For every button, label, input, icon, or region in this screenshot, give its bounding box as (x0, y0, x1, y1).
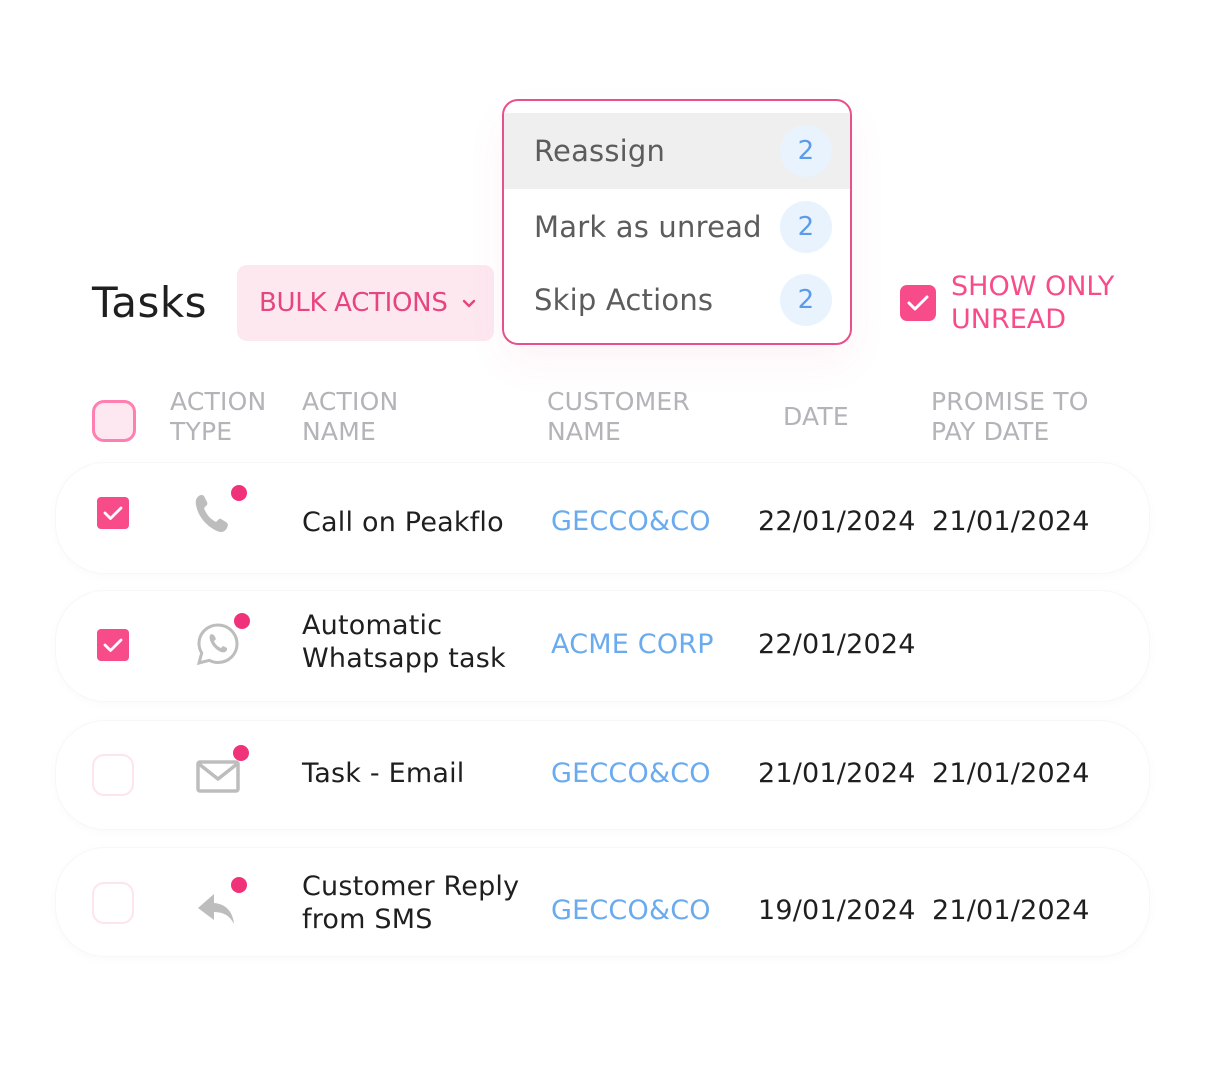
action-name: Customer Reply from SMS (302, 871, 520, 935)
customer-name-link[interactable]: GECCO&CO (551, 895, 711, 926)
unread-dot (234, 613, 250, 629)
customer-name-link[interactable]: GECCO&CO (551, 758, 711, 789)
action-name: Automatic Whatsapp task (302, 610, 506, 674)
unread-dot (231, 877, 247, 893)
menu-item-label: Mark as unread (534, 210, 762, 244)
menu-item-label: Reassign (534, 134, 666, 168)
column-header-action-name[interactable]: ACTION NAME (302, 387, 412, 447)
menu-item-reassign[interactable]: Reassign 2 (504, 113, 850, 189)
action-name: Task - Email (302, 758, 465, 789)
date: 22/01/2024 (758, 629, 916, 660)
unread-dot (233, 745, 249, 761)
email-icon (196, 760, 240, 793)
action-name: Call on Peakflo (302, 507, 504, 538)
customer-name-link[interactable]: ACME CORP (551, 629, 714, 660)
menu-item-skip-actions[interactable]: Skip Actions 2 (504, 262, 850, 338)
column-header-date[interactable]: DATE (783, 402, 849, 432)
customer-name-link[interactable]: GECCO&CO (551, 506, 711, 537)
count-badge: 2 (780, 125, 832, 177)
show-only-unread-label: SHOW ONLY UNREAD (951, 271, 1115, 335)
checkmark-icon (103, 506, 123, 520)
whatsapp-icon (196, 623, 239, 666)
column-header-action-type[interactable]: ACTION TYPE (170, 387, 280, 447)
row-checkbox[interactable] (97, 497, 129, 529)
menu-item-label: Skip Actions (534, 283, 714, 317)
checkmark-icon (907, 295, 929, 311)
row-checkbox[interactable] (92, 754, 134, 796)
show-only-unread-toggle[interactable]: SHOW ONLY UNREAD (900, 270, 1151, 336)
bulk-actions-button[interactable]: BULK ACTIONS (237, 265, 494, 341)
page-title: Tasks (92, 278, 208, 327)
reply-icon (198, 894, 234, 924)
chevron-down-icon (462, 299, 475, 308)
bulk-actions-label: BULK ACTIONS (259, 288, 448, 318)
promise-to-pay-date: 21/01/2024 (932, 758, 1090, 789)
promise-to-pay-date: 21/01/2024 (932, 506, 1090, 537)
bulk-actions-menu: Reassign 2 Mark as unread 2 Skip Actions… (502, 99, 852, 345)
menu-item-mark-as-unread[interactable]: Mark as unread 2 (504, 189, 850, 265)
row-checkbox[interactable] (97, 629, 129, 661)
column-header-customer-name[interactable]: CUSTOMER NAME (547, 387, 717, 447)
count-badge: 2 (780, 274, 832, 326)
checkmark-icon (103, 638, 123, 652)
date: 19/01/2024 (758, 895, 916, 926)
row-checkbox[interactable] (92, 882, 134, 924)
date: 22/01/2024 (758, 506, 916, 537)
column-header-promise-to-pay-date[interactable]: PROMISE TO PAY DATE (931, 387, 1111, 447)
unread-dot (231, 485, 247, 501)
select-all-checkbox[interactable] (92, 400, 136, 442)
promise-to-pay-date: 21/01/2024 (932, 895, 1090, 926)
show-only-unread-checkbox[interactable] (900, 285, 936, 321)
phone-icon (195, 495, 228, 532)
date: 21/01/2024 (758, 758, 916, 789)
count-badge: 2 (780, 201, 832, 253)
